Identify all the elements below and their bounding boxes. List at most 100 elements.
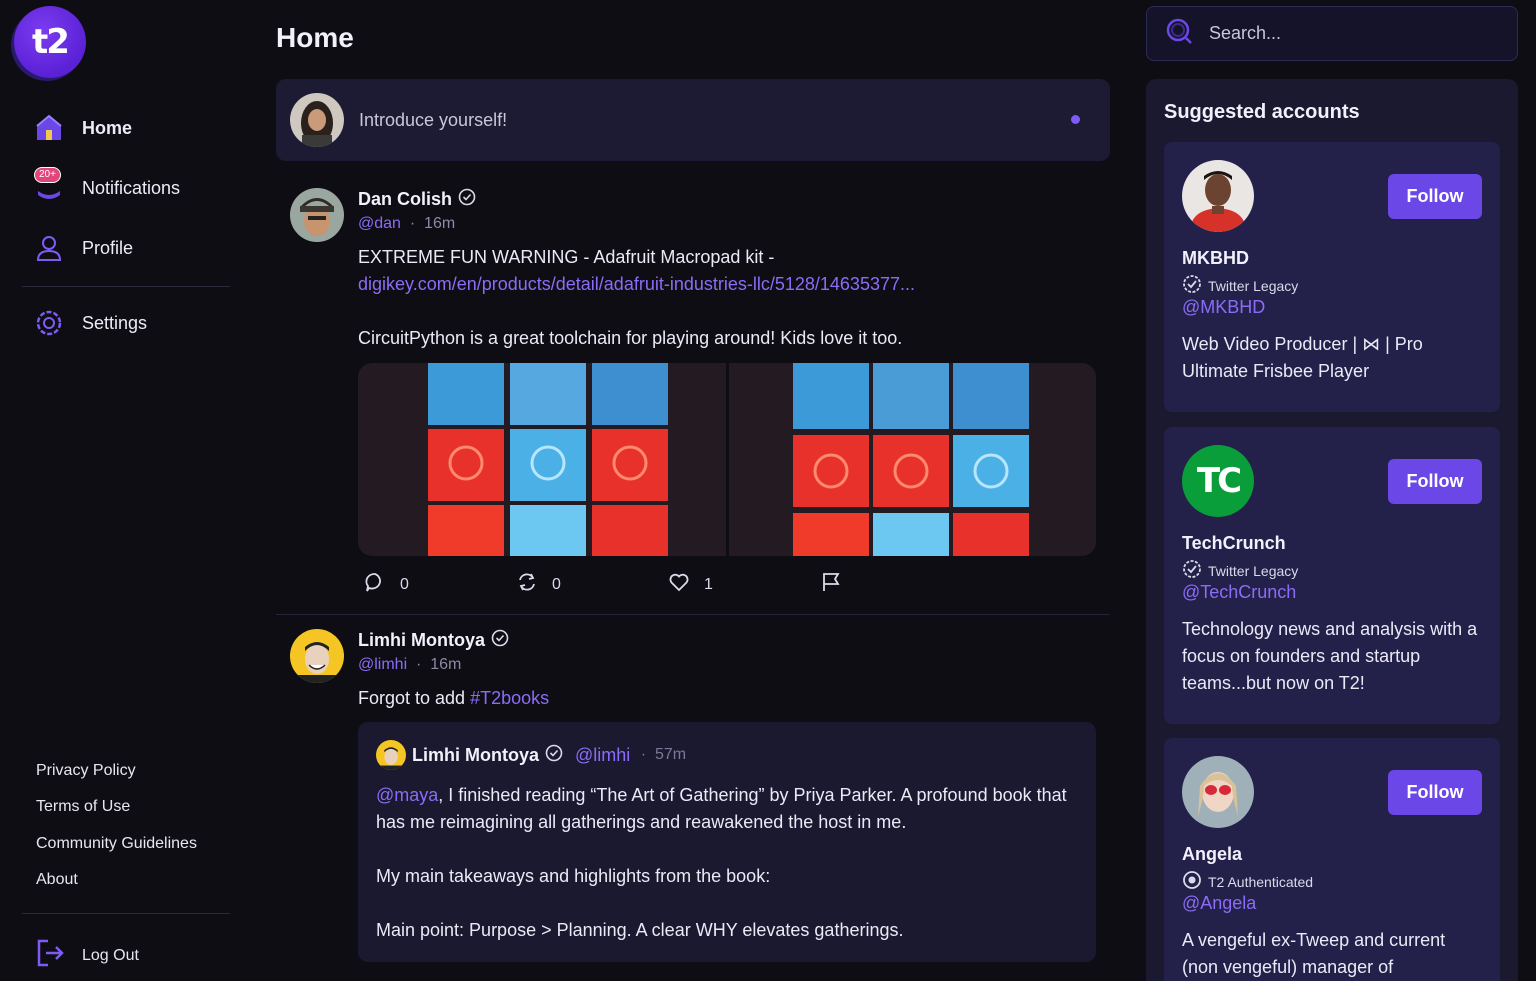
account-handle[interactable]: @Angela: [1182, 893, 1256, 914]
t2-logo[interactable]: t2: [14, 6, 86, 78]
avatar[interactable]: [1182, 160, 1254, 232]
page-title: Home: [276, 22, 354, 53]
sidebar-item-label: Profile: [82, 237, 134, 258]
verified-icon: [458, 188, 476, 211]
avatar[interactable]: [290, 188, 344, 242]
like-count: 1: [704, 575, 713, 593]
heart-icon: [668, 571, 690, 598]
account-badge: Twitter Legacy: [1182, 559, 1298, 582]
sidebar-divider: [22, 913, 230, 914]
post-image[interactable]: [728, 363, 1096, 556]
home-icon: [34, 113, 64, 143]
quoted-post[interactable]: Limhi Montoya @limhi · 57m @maya, I fini…: [358, 722, 1096, 962]
post-image[interactable]: [358, 363, 726, 556]
post-author[interactable]: Limhi Montoya: [358, 630, 485, 651]
sidebar-item-home[interactable]: Home: [34, 113, 132, 143]
sidebar-item-label: Settings: [82, 312, 148, 333]
user-icon: [34, 233, 64, 263]
account-handle[interactable]: @MKBHD: [1182, 297, 1265, 318]
account-badge-label: Twitter Legacy: [1208, 277, 1299, 294]
report-button[interactable]: [820, 571, 972, 598]
post-time: 16m: [424, 215, 456, 232]
account-name[interactable]: Angela: [1182, 844, 1242, 865]
community-guidelines-link[interactable]: Community Guidelines: [36, 835, 197, 853]
avatar[interactable]: [1182, 756, 1254, 828]
account-name[interactable]: MKBHD: [1182, 248, 1249, 269]
follow-button[interactable]: Follow: [1388, 459, 1482, 504]
sidebar-item-notifications[interactable]: 20+ Notifications: [34, 167, 181, 203]
meta-separator: ·: [409, 215, 416, 232]
post-image-gallery[interactable]: [358, 363, 1096, 556]
meta-separator: ·: [416, 656, 422, 673]
account-bio: Web Video Producer | ⋈ | Pro Ultimate Fr…: [1182, 334, 1423, 381]
account-card[interactable]: Follow MKBHD Twitter Legacy @MKBHD Web V…: [1164, 142, 1500, 412]
privacy-policy-link[interactable]: Privacy Policy: [36, 762, 136, 780]
account-handle[interactable]: @TechCrunch: [1182, 582, 1296, 603]
search-icon: [1165, 17, 1193, 50]
quote-time: 57m: [654, 746, 687, 763]
meta-separator: ·: [640, 746, 647, 763]
account-bio: Technology news and analysis with a focu…: [1182, 619, 1478, 693]
compose-box[interactable]: Introduce yourself!: [276, 79, 1110, 161]
account-badge: T2 Authenticated: [1182, 870, 1313, 893]
account-card[interactable]: TC Follow TechCrunch Twitter Legacy @Tec…: [1164, 427, 1500, 724]
sidebar-item-label: Home: [82, 117, 133, 138]
like-button[interactable]: 1: [668, 571, 820, 598]
post-body: Forgot to add #T2books: [358, 685, 1098, 712]
verified-icon: [1182, 274, 1202, 297]
mention-link[interactable]: @maya: [376, 785, 438, 805]
bell-icon: 20+: [34, 167, 64, 203]
logout-icon: [36, 938, 66, 973]
verified-icon: [545, 744, 563, 767]
search-input[interactable]: Search...: [1146, 6, 1518, 61]
account-badge-label: T2 Authenticated: [1208, 873, 1314, 890]
avatar: [290, 93, 344, 147]
post-author[interactable]: Dan Colish: [358, 189, 452, 210]
right-column: Search... Suggested accounts Follow MKBH…: [1146, 0, 1518, 981]
post-body: EXTREME FUN WARNING - Adafruit Macropad …: [358, 244, 1098, 352]
compose-placeholder: Introduce yourself!: [359, 109, 508, 130]
sidebar-item-profile[interactable]: Profile: [34, 233, 133, 263]
main-feed: Home Introduce yourself! Dan Colish @dan…: [276, 0, 1110, 981]
quote-author[interactable]: Limhi Montoya: [412, 745, 539, 766]
account-name[interactable]: TechCrunch: [1182, 533, 1286, 554]
quote-handle[interactable]: @limhi: [575, 745, 630, 766]
repost-button[interactable]: 0: [516, 571, 668, 598]
post-time: 16m: [430, 656, 462, 673]
account-card[interactable]: Follow Angela T2 Authenticated @Angela A…: [1164, 738, 1500, 981]
sidebar-item-label: Notifications: [82, 177, 181, 198]
post-divider: [276, 614, 1110, 615]
logout-button[interactable]: Log Out: [36, 938, 139, 973]
logo-text: t2: [32, 22, 70, 62]
post-handle[interactable]: @dan: [358, 215, 401, 232]
hashtag-link[interactable]: #T2books: [470, 688, 549, 708]
sidebar-item-settings[interactable]: Settings: [34, 308, 147, 338]
reply-button[interactable]: 0: [364, 571, 516, 598]
post-text: CircuitPython is a great toolchain for p…: [358, 328, 903, 348]
verified-icon: [1182, 870, 1202, 893]
about-link[interactable]: About: [36, 871, 78, 889]
repost-icon: [516, 571, 538, 598]
suggested-accounts-panel: Suggested accounts Follow MKBHD Twitter …: [1146, 79, 1518, 981]
terms-of-use-link[interactable]: Terms of Use: [36, 798, 130, 816]
verified-icon: [491, 629, 509, 652]
reply-icon: [364, 571, 386, 598]
follow-button[interactable]: Follow: [1388, 770, 1482, 815]
suggested-accounts-title: Suggested accounts: [1164, 101, 1360, 123]
quote-text: Main point: Purpose > Planning. A clear …: [376, 920, 904, 940]
reply-count: 0: [400, 575, 409, 593]
quote-text: , I finished reading “The Art of Gatheri…: [376, 785, 1067, 832]
post-text: EXTREME FUN WARNING - Adafruit Macropad …: [358, 247, 775, 267]
techcrunch-logo[interactable]: TC: [1182, 445, 1254, 517]
post-link[interactable]: digikey.com/en/products/detail/adafruit-…: [358, 271, 1098, 298]
post-actions: 0 0 1: [364, 571, 972, 598]
avatar: [376, 740, 406, 770]
search-placeholder: Search...: [1209, 23, 1282, 43]
account-bio: A vengeful ex-Tweep and current (non ven…: [1182, 930, 1446, 977]
avatar[interactable]: [290, 629, 344, 683]
logout-label: Log Out: [82, 946, 139, 964]
sidebar-divider: [22, 286, 230, 287]
gear-icon: [34, 308, 64, 338]
follow-button[interactable]: Follow: [1388, 174, 1482, 219]
post-handle[interactable]: @limhi: [358, 656, 407, 673]
